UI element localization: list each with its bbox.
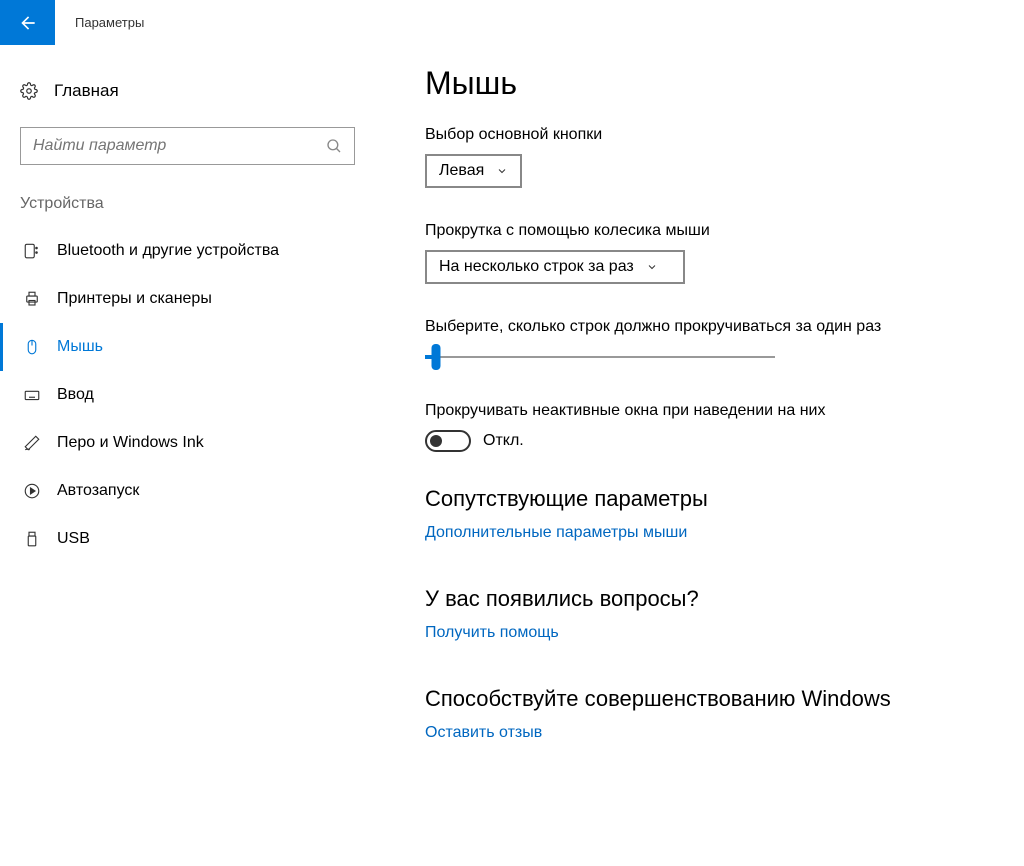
window-title: Параметры xyxy=(75,15,144,30)
primary-button-label: Выбор основной кнопки xyxy=(425,126,984,144)
autoplay-icon xyxy=(23,482,57,500)
inactive-scroll-toggle[interactable] xyxy=(425,430,471,452)
chevron-down-icon xyxy=(646,261,658,273)
back-arrow-icon xyxy=(18,13,38,33)
sidebar-home-label: Главная xyxy=(54,81,119,101)
sidebar-item-label: USB xyxy=(57,530,90,548)
inactive-scroll-label: Прокручивать неактивные окна при наведен… xyxy=(425,402,984,420)
page-title: Мышь xyxy=(425,65,984,102)
pen-icon xyxy=(23,434,57,452)
feedback-link[interactable]: Оставить отзыв xyxy=(425,724,542,742)
sidebar-category: Устройства xyxy=(20,195,355,213)
back-button[interactable] xyxy=(0,0,55,45)
slider-track xyxy=(425,356,775,358)
related-section-title: Сопутствующие параметры xyxy=(425,486,984,512)
lines-per-scroll-slider[interactable] xyxy=(425,346,775,368)
printer-icon xyxy=(23,290,57,308)
sidebar-item-label: Принтеры и сканеры xyxy=(57,290,212,308)
usb-icon xyxy=(23,530,57,548)
sidebar-home[interactable]: Главная xyxy=(0,75,375,107)
scroll-mode-label: Прокрутка с помощью колесика мыши xyxy=(425,222,984,240)
sidebar-item-bluetooth[interactable]: Bluetooth и другие устройства xyxy=(0,227,375,275)
primary-button-dropdown[interactable]: Левая xyxy=(425,154,522,188)
sidebar-item-autoplay[interactable]: Автозапуск xyxy=(0,467,375,515)
search-input[interactable] xyxy=(20,127,355,165)
questions-section-title: У вас появились вопросы? xyxy=(425,586,984,612)
sidebar-item-usb[interactable]: USB xyxy=(0,515,375,563)
sidebar-item-label: Bluetooth и другие устройства xyxy=(57,242,279,260)
slider-thumb[interactable] xyxy=(431,344,440,370)
keyboard-icon xyxy=(23,386,57,404)
sidebar: Главная Устройства Bluetooth и другие ус… xyxy=(0,45,375,866)
scroll-mode-dropdown[interactable]: На несколько строк за раз xyxy=(425,250,685,284)
primary-button-value: Левая xyxy=(439,162,484,180)
search-icon xyxy=(325,137,343,155)
feedback-section-title: Способствуйте совершенствованию Windows xyxy=(425,686,984,712)
sidebar-item-pen[interactable]: Перо и Windows Ink xyxy=(0,419,375,467)
additional-mouse-options-link[interactable]: Дополнительные параметры мыши xyxy=(425,524,687,542)
sidebar-item-label: Автозапуск xyxy=(57,482,139,500)
chevron-down-icon xyxy=(496,165,508,177)
get-help-link[interactable]: Получить помощь xyxy=(425,624,559,642)
sidebar-item-printers[interactable]: Принтеры и сканеры xyxy=(0,275,375,323)
toggle-knob xyxy=(430,435,442,447)
sidebar-item-label: Мышь xyxy=(57,338,103,356)
main-content: Мышь Выбор основной кнопки Левая Прокрут… xyxy=(375,45,1024,866)
sidebar-item-label: Перо и Windows Ink xyxy=(57,434,204,452)
sidebar-item-typing[interactable]: Ввод xyxy=(0,371,375,419)
bluetooth-icon xyxy=(23,242,57,260)
toggle-state-label: Откл. xyxy=(483,432,524,450)
lines-per-scroll-label: Выберите, сколько строк должно прокручив… xyxy=(425,318,984,336)
scroll-mode-value: На несколько строк за раз xyxy=(439,258,634,276)
sidebar-item-mouse[interactable]: Мышь xyxy=(0,323,375,371)
sidebar-item-label: Ввод xyxy=(57,386,94,404)
mouse-icon xyxy=(23,338,57,356)
gear-icon xyxy=(20,82,54,100)
